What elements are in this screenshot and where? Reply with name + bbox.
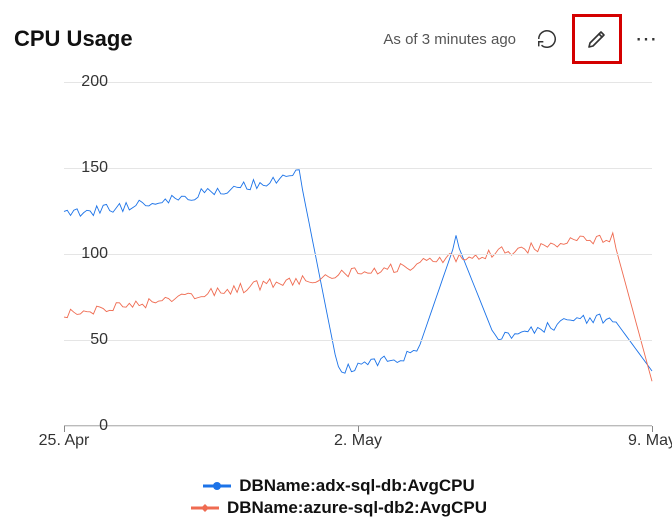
series-line-1: [64, 233, 652, 381]
chart-plot[interactable]: 05010015020025. Apr2. May9. May: [64, 82, 652, 426]
x-tick-label: 2. May: [334, 432, 382, 450]
chart-header: CPU Usage As of 3 minutes ago ⋯: [14, 14, 664, 64]
gridline: [64, 340, 652, 341]
gridline: [64, 168, 652, 169]
pencil-icon: [585, 27, 609, 51]
legend-item-1[interactable]: DBName:azure-sql-db2:AvgCPU: [191, 498, 487, 518]
legend-label-1: DBName:azure-sql-db2:AvgCPU: [227, 498, 487, 518]
refresh-timestamp: As of 3 minutes ago: [383, 31, 516, 48]
legend-swatch-1: [191, 502, 219, 514]
y-tick-label: 100: [68, 245, 108, 263]
chart-title: CPU Usage: [14, 26, 133, 52]
y-tick-label: 50: [68, 331, 108, 349]
edit-button-highlight: [572, 14, 622, 64]
x-tick-label: 25. Apr: [39, 432, 90, 450]
y-tick-label: 200: [68, 73, 108, 91]
y-tick-label: 150: [68, 159, 108, 177]
more-options-button[interactable]: ⋯: [630, 26, 664, 52]
ellipsis-icon: ⋯: [635, 26, 659, 51]
gridline: [64, 82, 652, 83]
legend-label-0: DBName:adx-sql-db:AvgCPU: [239, 476, 475, 496]
legend-item-0[interactable]: DBName:adx-sql-db:AvgCPU: [203, 476, 475, 496]
legend-swatch-0: [203, 480, 231, 492]
chart-legend: DBName:adx-sql-db:AvgCPU DBName:azure-sq…: [14, 466, 664, 524]
chart-area: 05010015020025. Apr2. May9. May: [14, 72, 664, 466]
edit-button[interactable]: [580, 22, 614, 56]
x-tick-label: 9. May: [628, 432, 672, 450]
gridline: [64, 254, 652, 255]
refresh-button[interactable]: [530, 22, 564, 56]
series-line-0: [64, 170, 652, 373]
refresh-icon: [536, 28, 558, 50]
